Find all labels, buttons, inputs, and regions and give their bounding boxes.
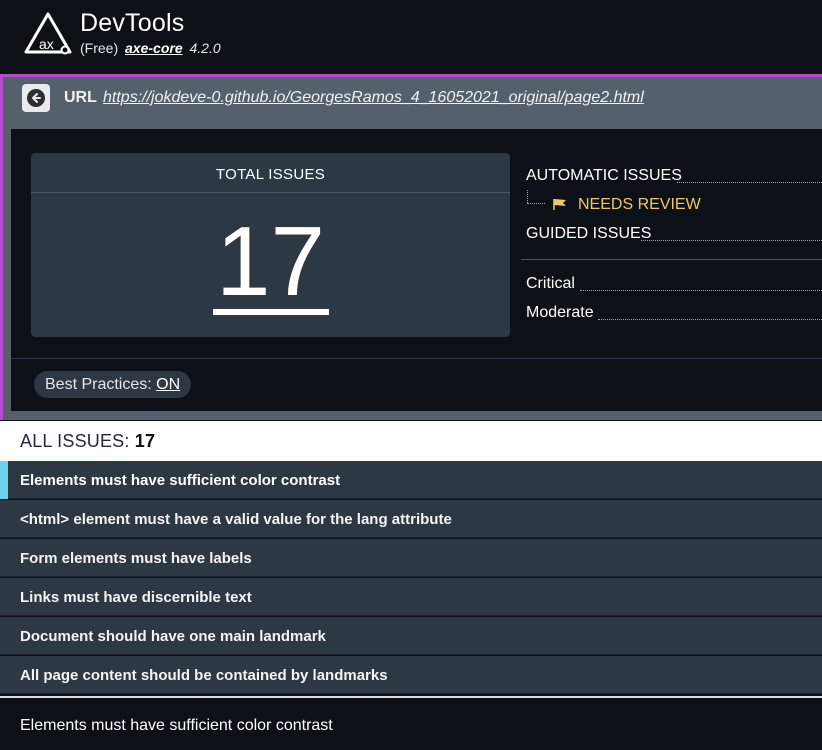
automatic-issues-label[interactable]: AUTOMATIC ISSUES <box>526 167 682 185</box>
needs-review-label[interactable]: NEEDS REVIEW <box>578 196 701 214</box>
issue-title: Elements must have sufficient color cont… <box>20 472 341 489</box>
issue-title: Document should have one main landmark <box>20 628 326 645</box>
issue-row[interactable]: Document should have one main landmark <box>0 617 822 655</box>
tree-connector <box>527 190 528 203</box>
total-issues-count[interactable]: 17 <box>31 206 510 316</box>
flag-icon <box>553 199 566 210</box>
panel-divider <box>11 358 822 359</box>
app-title: DevTools <box>80 9 185 37</box>
page-url-link[interactable]: https://jokdeve-0.github.io/GeorgesRamos… <box>103 89 644 107</box>
tree-connector <box>527 203 545 204</box>
app-header: ax DevTools (Free) axe-core 4.2.0 <box>0 0 822 74</box>
issue-row[interactable]: Links must have discernible text <box>0 578 822 616</box>
app-subtitle: (Free) axe-core 4.2.0 <box>80 40 221 56</box>
total-count-underline <box>213 309 329 315</box>
edition-label: (Free) <box>80 40 119 56</box>
issue-title: All page content should be contained by … <box>20 667 388 684</box>
all-issues-heading: ALL ISSUES: 17 <box>20 431 155 452</box>
issue-row[interactable]: All page content should be contained by … <box>0 656 822 694</box>
issue-title: Form elements must have labels <box>20 550 252 567</box>
issue-row[interactable]: Form elements must have labels <box>0 539 822 577</box>
version-label: 4.2.0 <box>189 40 221 56</box>
all-issues-label: ALL ISSUES: <box>20 431 130 451</box>
arrow-left-icon <box>32 93 41 103</box>
critical-label[interactable]: Critical <box>526 275 575 293</box>
best-practices-value[interactable]: ON <box>156 376 180 393</box>
total-issues-label: TOTAL ISSUES <box>215 166 326 183</box>
issue-title: Links must have discernible text <box>20 589 252 606</box>
dotted-leader <box>677 182 822 183</box>
back-button[interactable] <box>22 84 50 112</box>
dotted-leader <box>641 240 822 241</box>
all-issues-count: 17 <box>134 431 156 451</box>
moderate-label[interactable]: Moderate <box>526 304 594 322</box>
guided-issues-label[interactable]: GUIDED ISSUES <box>526 225 651 243</box>
best-practices-toggle[interactable]: Best Practices: ON <box>34 371 192 398</box>
logo-text: ax <box>39 36 54 52</box>
card-divider <box>31 192 510 193</box>
dotted-leader <box>580 290 822 291</box>
url-label: URL <box>64 89 97 106</box>
issue-title: <html> element must have a valid value f… <box>20 511 452 528</box>
best-practices-label: Best Practices: <box>45 376 152 393</box>
axe-logo-icon: ax <box>24 12 72 55</box>
list-detail-separator <box>0 696 822 698</box>
summary-divider <box>521 259 822 260</box>
selected-indicator <box>0 461 8 499</box>
issue-detail-title: Elements must have sufficient color cont… <box>20 717 333 734</box>
axe-core-link[interactable]: axe-core <box>125 40 183 56</box>
issue-row[interactable]: Elements must have sufficient color cont… <box>0 461 822 499</box>
issue-row[interactable]: <html> element must have a valid value f… <box>0 500 822 538</box>
dotted-leader <box>598 319 822 320</box>
